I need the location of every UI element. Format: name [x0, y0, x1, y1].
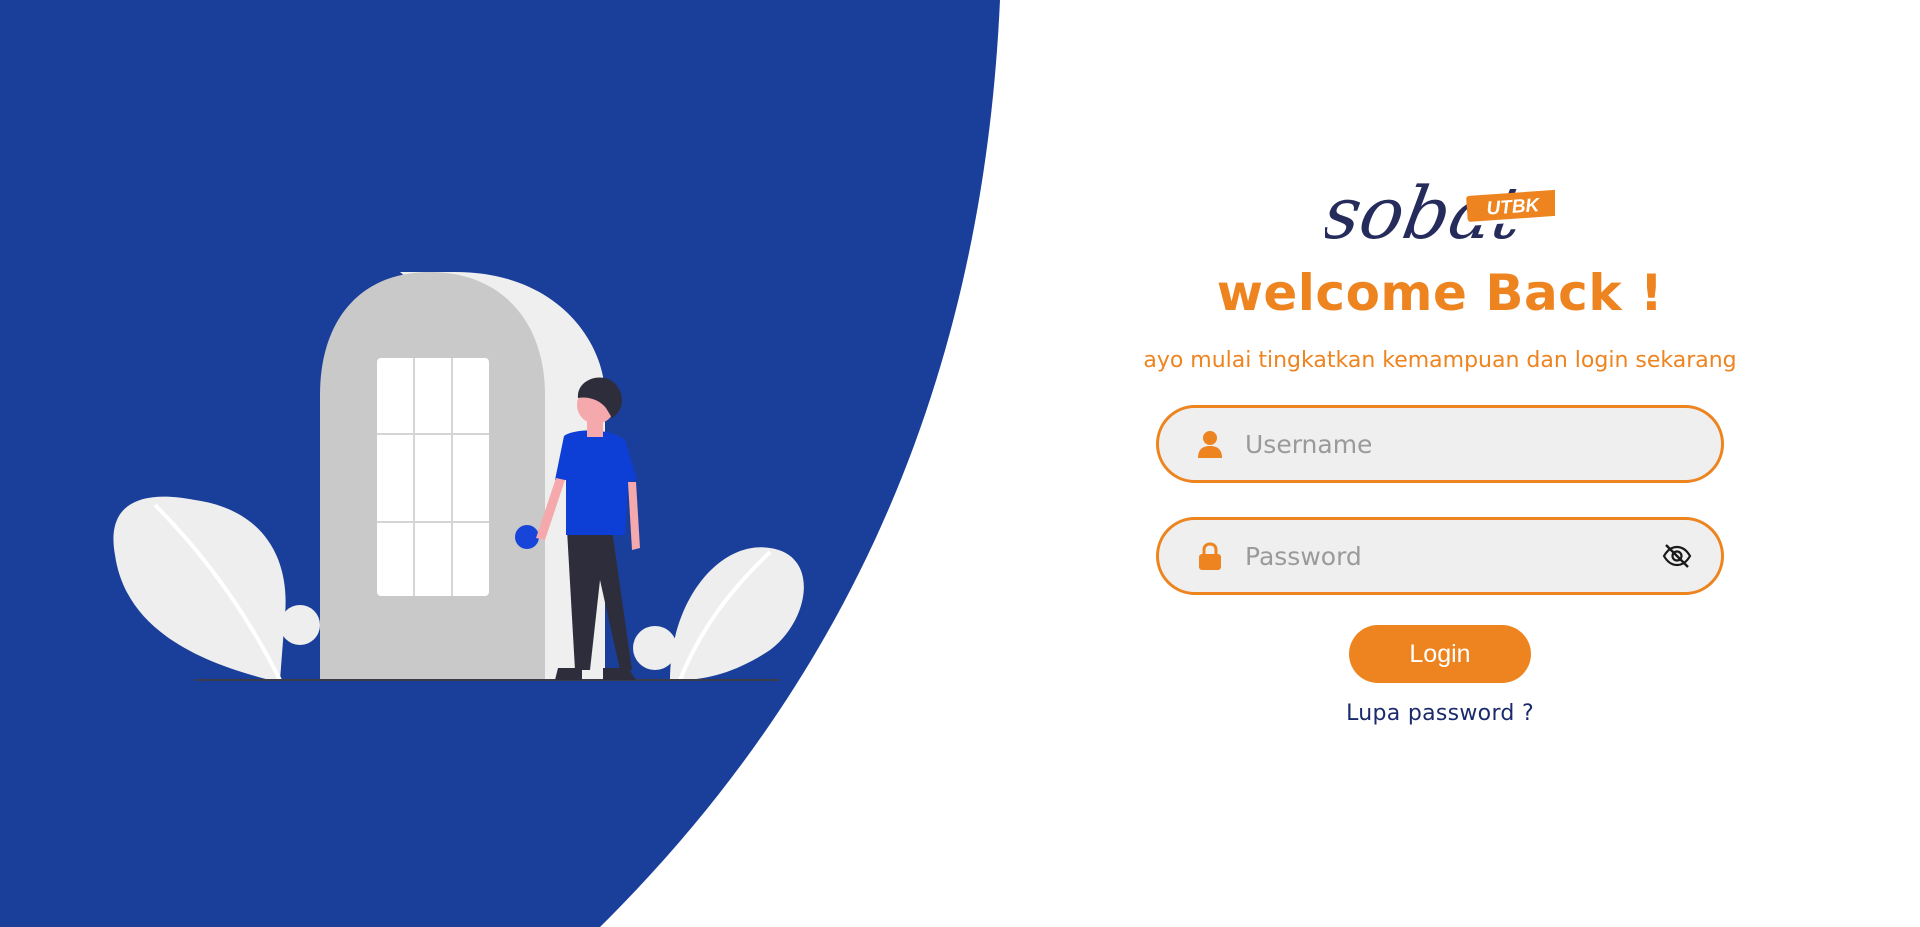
left-plant: [113, 496, 320, 681]
username-field[interactable]: [1156, 405, 1724, 483]
login-button[interactable]: Login: [1349, 625, 1531, 683]
forgot-password-link[interactable]: Lupa password ?: [1346, 701, 1534, 726]
username-input[interactable]: [1243, 413, 1721, 475]
lock-icon: [1199, 542, 1221, 570]
login-page: sobat UTBK welcome Back ! ayo mulai ting…: [0, 0, 1920, 927]
password-input[interactable]: [1243, 525, 1661, 587]
right-plant: [633, 547, 804, 681]
welcome-subtitle: ayo mulai tingkatkan kemampuan dan login…: [1143, 348, 1737, 373]
door-illustration: [113, 272, 804, 681]
svg-text:UTBK: UTBK: [1486, 195, 1541, 220]
welcome-title: welcome Back !: [1216, 264, 1664, 322]
sobat-utbk-logo: sobat UTBK: [1325, 173, 1555, 256]
login-panel: sobat UTBK welcome Back ! ayo mulai ting…: [1130, 150, 1750, 726]
eye-off-icon[interactable]: [1661, 540, 1693, 572]
password-field[interactable]: [1156, 517, 1724, 595]
user-icon: [1198, 431, 1222, 458]
